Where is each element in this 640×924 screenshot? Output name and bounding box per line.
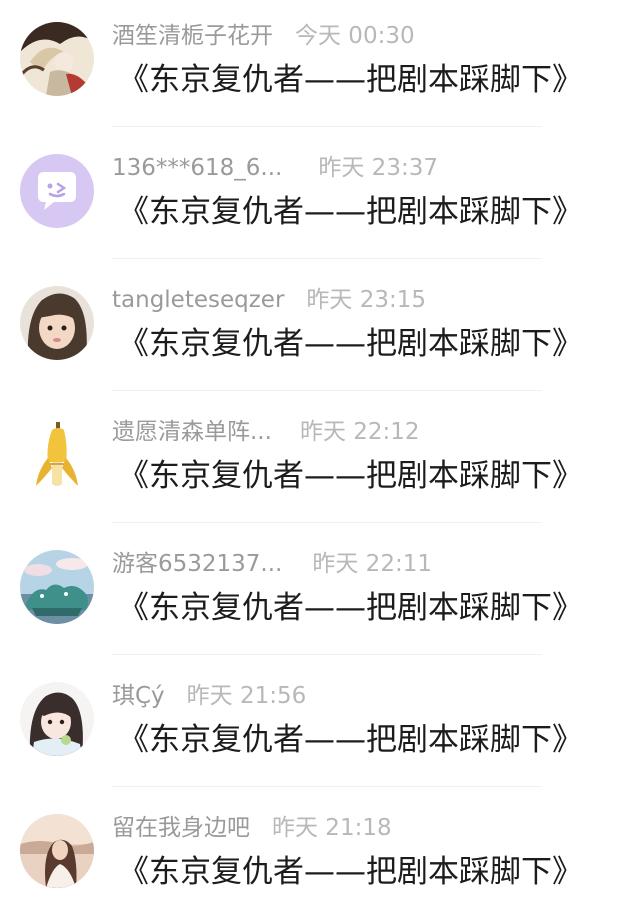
timestamp: 昨天 22:11 — [312, 551, 432, 577]
avatar[interactable] — [20, 286, 94, 360]
avatar[interactable] — [20, 418, 94, 492]
comment-text: 《东京复仇者——把剧本踩脚下》 — [118, 590, 583, 626]
comment-item[interactable]: 遗愿清森单阵... 昨天 22:12 《东京复仇者——把剧本踩脚下》 — [0, 396, 640, 528]
avatar[interactable] — [20, 154, 94, 228]
comment-item[interactable]: tangleteseqzer 昨天 23:15 《东京复仇者——把剧本踩脚下》 — [0, 264, 640, 396]
comment-text: 《东京复仇者——把剧本踩脚下》 — [118, 326, 583, 362]
avatar[interactable] — [20, 814, 94, 888]
comment-meta: 酒笙清栀子花开 今天 00:30 — [112, 18, 415, 54]
comment-meta: 136***618_6... 昨天 23:37 — [112, 150, 438, 186]
banana-avatar-icon — [20, 418, 94, 492]
username[interactable]: tangleteseqzer — [112, 287, 284, 313]
timestamp: 昨天 21:18 — [272, 815, 392, 841]
timestamp: 昨天 22:12 — [299, 419, 420, 445]
comment-meta: 留在我身边吧 昨天 21:18 — [112, 810, 392, 846]
timestamp: 昨天 23:37 — [318, 155, 438, 181]
anime-girl-avatar-icon — [20, 682, 94, 756]
comment-item[interactable]: 琪Çý 昨天 21:56 《东京复仇者——把剧本踩脚下》 — [0, 660, 640, 792]
comment-list: 酒笙清栀子花开 今天 00:30 《东京复仇者——把剧本踩脚下》 136***61… — [0, 0, 640, 903]
landscape-avatar-icon — [20, 550, 94, 624]
avatar[interactable] — [20, 550, 94, 624]
timestamp: 今天 00:30 — [295, 23, 415, 49]
comment-text: 《东京复仇者——把剧本踩脚下》 — [118, 62, 583, 98]
comment-item[interactable]: 酒笙清栀子花开 今天 00:30 《东京复仇者——把剧本踩脚下》 — [0, 0, 640, 132]
comment-meta: 遗愿清森单阵... 昨天 22:12 — [112, 414, 420, 450]
divider — [112, 390, 542, 391]
comment-meta: 琪Çý 昨天 21:56 — [112, 678, 306, 714]
username[interactable]: 酒笙清栀子花开 — [112, 23, 273, 49]
default-chat-avatar-icon — [20, 154, 94, 228]
artwork-avatar-icon — [20, 22, 94, 96]
timestamp: 昨天 21:56 — [186, 683, 307, 709]
comment-meta: 游客6532137... 昨天 22:11 — [112, 546, 432, 582]
username[interactable]: 136***618_6... — [112, 155, 282, 181]
username[interactable]: 遗愿清森单阵... — [112, 419, 272, 445]
avatar[interactable] — [20, 22, 94, 96]
username[interactable]: 游客6532137... — [112, 551, 282, 577]
divider — [112, 522, 542, 523]
comment-text: 《东京复仇者——把剧本踩脚下》 — [118, 854, 583, 890]
divider — [112, 258, 542, 259]
comment-item[interactable]: 留在我身边吧 昨天 21:18 《东京复仇者——把剧本踩脚下》 — [0, 792, 640, 924]
avatar[interactable] — [20, 682, 94, 756]
divider — [112, 654, 542, 655]
comment-item[interactable]: 游客6532137... 昨天 22:11 《东京复仇者——把剧本踩脚下》 — [0, 528, 640, 660]
comment-text: 《东京复仇者——把剧本踩脚下》 — [118, 194, 583, 230]
comment-text: 《东京复仇者——把剧本踩脚下》 — [118, 458, 583, 494]
child-photo-avatar-icon — [20, 286, 94, 360]
photo-avatar-icon — [20, 814, 94, 888]
timestamp: 昨天 23:15 — [306, 287, 427, 313]
username[interactable]: 琪Çý — [112, 683, 165, 709]
username[interactable]: 留在我身边吧 — [112, 815, 250, 841]
divider — [112, 126, 542, 127]
comment-text: 《东京复仇者——把剧本踩脚下》 — [118, 722, 583, 758]
comment-item[interactable]: 136***618_6... 昨天 23:37 《东京复仇者——把剧本踩脚下》 — [0, 132, 640, 264]
comment-meta: tangleteseqzer 昨天 23:15 — [112, 282, 426, 318]
divider — [112, 786, 542, 787]
